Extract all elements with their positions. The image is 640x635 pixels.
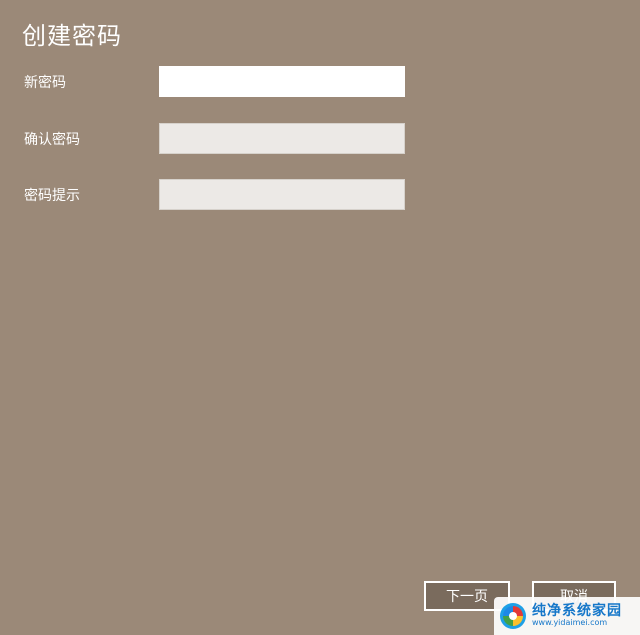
new-password-label: 新密码 bbox=[24, 75, 66, 91]
watermark-logo-icon bbox=[500, 603, 526, 629]
watermark: 纯净系统家园 www.yidaimei.com bbox=[494, 597, 640, 635]
page-title: 创建密码 bbox=[22, 22, 122, 50]
new-password-input[interactable] bbox=[159, 66, 405, 97]
watermark-name: 纯净系统家园 bbox=[532, 603, 622, 620]
confirm-password-input[interactable] bbox=[159, 123, 405, 154]
watermark-url: www.yidaimei.com bbox=[532, 618, 608, 628]
confirm-password-label: 确认密码 bbox=[24, 132, 80, 148]
password-hint-input[interactable] bbox=[159, 179, 405, 210]
watermark-text: 纯净系统家园 www.yidaimei.com bbox=[532, 604, 622, 627]
password-hint-label: 密码提示 bbox=[24, 188, 80, 204]
